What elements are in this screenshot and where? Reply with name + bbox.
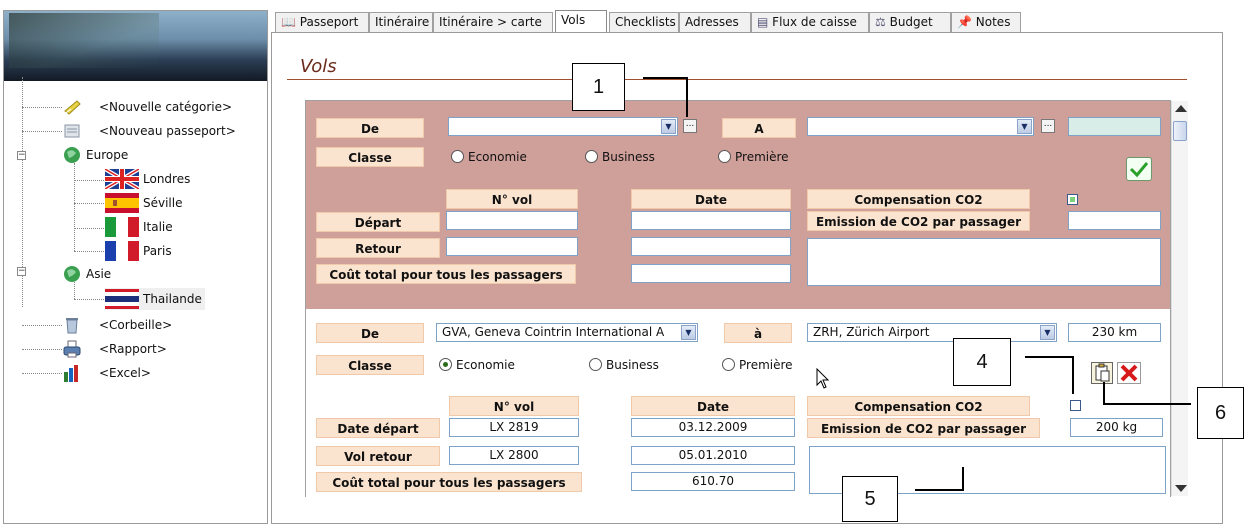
distance-field[interactable] xyxy=(1068,117,1161,136)
france-flag-icon xyxy=(105,241,139,261)
to-select[interactable]: ZRH, Zürich Airport ▼ xyxy=(807,323,1057,342)
departure-flight-input[interactable] xyxy=(446,211,578,230)
clipboard-icon xyxy=(1095,363,1110,382)
passport-icon: 📖 xyxy=(281,15,296,29)
date-header: Date xyxy=(631,396,795,416)
trash-icon xyxy=(62,315,82,335)
co2-emission-input[interactable]: 200 kg xyxy=(1070,418,1163,437)
from-select[interactable]: GVA, Geneva Cointrin International A ▼ xyxy=(436,323,698,342)
total-cost-label: Coût total pour tous les passagers xyxy=(316,264,576,284)
tab-itineraire-carte[interactable]: Itinéraire > carte xyxy=(433,12,553,32)
callout-6: 6 xyxy=(1197,387,1244,439)
chevron-down-icon[interactable]: ▼ xyxy=(1040,325,1055,340)
from-label: De xyxy=(316,323,424,343)
chevron-down-icon[interactable]: ▼ xyxy=(1017,119,1032,134)
vertical-scrollbar[interactable] xyxy=(1171,101,1188,496)
tab-adresses[interactable]: Adresses xyxy=(679,12,751,32)
excel-chart-icon xyxy=(62,363,82,383)
chevron-down-icon[interactable]: ▼ xyxy=(661,119,676,134)
tab-passeport[interactable]: 📖 Passeport xyxy=(275,12,369,32)
total-cost-input[interactable]: 610.70 xyxy=(631,472,795,491)
confirm-check-icon[interactable] xyxy=(1126,157,1152,181)
tab-notes[interactable]: 📌 Notes xyxy=(951,12,1021,32)
globe-icon xyxy=(62,264,82,284)
mouse-cursor-icon xyxy=(816,367,832,390)
left-panel: − − <Nouvelle catégorie> <Nouveau passep… xyxy=(3,10,268,524)
return-date-input[interactable] xyxy=(631,237,791,256)
tree-item-thailande[interactable]: Thailande xyxy=(105,288,205,310)
departure-date-input[interactable] xyxy=(631,211,791,230)
co2-compensation-checkbox[interactable] xyxy=(1067,194,1078,205)
collapse-europe-toggle[interactable]: − xyxy=(17,151,26,160)
departure-label: Date départ xyxy=(316,418,440,438)
tab-itineraire[interactable]: Itinéraire xyxy=(369,12,433,32)
browse-from-button[interactable]: ... xyxy=(683,119,697,133)
banner-image xyxy=(4,11,267,81)
callout-4: 4 xyxy=(953,338,1011,386)
passport-new-icon xyxy=(62,121,82,141)
callout-1: 1 xyxy=(572,63,625,111)
class-label: Classe xyxy=(316,355,424,375)
notes-textarea[interactable] xyxy=(807,238,1161,286)
tab-vols[interactable]: Vols xyxy=(555,10,607,33)
scroll-down-icon[interactable] xyxy=(1175,485,1187,492)
italy-flag-icon xyxy=(105,217,139,237)
from-label: De xyxy=(316,118,424,138)
from-select[interactable]: ▼ xyxy=(448,117,678,136)
co2-emission-label: Emission de CO2 par passager xyxy=(807,211,1030,231)
return-flight-input[interactable] xyxy=(446,237,578,256)
return-flight-input[interactable]: LX 2800 xyxy=(449,446,579,465)
date-header: Date xyxy=(631,189,791,209)
cash-flow-icon: ▤ xyxy=(757,15,769,29)
to-label: à xyxy=(724,323,792,343)
co2-emission-label: Emission de CO2 par passager xyxy=(807,418,1040,438)
co2-emission-input[interactable] xyxy=(1068,211,1161,230)
tab-flux-de-caisse[interactable]: ▤ Flux de caisse xyxy=(751,12,869,32)
delete-flight-button[interactable] xyxy=(1117,362,1141,384)
co2-compensation-checkbox[interactable] xyxy=(1070,400,1081,411)
return-label: Retour xyxy=(316,238,440,258)
tab-budget[interactable]: ⚖ Budget xyxy=(869,12,951,32)
departure-label: Départ xyxy=(316,212,440,232)
copy-flight-button[interactable] xyxy=(1091,362,1113,384)
scales-icon: ⚖ xyxy=(875,15,886,29)
flight-number-header: N° vol xyxy=(446,189,578,209)
printer-icon xyxy=(62,339,82,359)
collapse-asie-toggle[interactable]: − xyxy=(17,267,26,276)
page-title: Vols xyxy=(300,56,337,77)
to-label: A xyxy=(722,118,796,138)
chevron-down-icon[interactable]: ▼ xyxy=(681,325,696,340)
departure-flight-input[interactable]: LX 2819 xyxy=(449,418,579,437)
callout-5: 5 xyxy=(842,476,898,522)
flight-number-header: N° vol xyxy=(449,396,579,416)
spain-flag-icon xyxy=(105,193,139,213)
class-label: Classe xyxy=(316,147,424,167)
title-underline xyxy=(287,79,1187,80)
to-select[interactable]: ▼ xyxy=(807,117,1034,136)
return-date-input[interactable]: 05.01.2010 xyxy=(631,446,795,465)
globe-icon xyxy=(62,145,82,165)
uk-flag-icon xyxy=(103,167,141,191)
co2-compensation-header: Compensation CO2 xyxy=(807,189,1030,209)
return-label: Vol retour xyxy=(316,446,440,466)
tab-bar: 📖 Passeport Itinéraire Itinéraire > cart… xyxy=(275,10,1035,33)
total-cost-label: Coût total pour tous les passagers xyxy=(316,472,582,492)
co2-compensation-header: Compensation CO2 xyxy=(807,396,1030,416)
total-cost-input[interactable] xyxy=(631,264,791,283)
scroll-up-icon[interactable] xyxy=(1175,105,1187,112)
close-icon xyxy=(1120,364,1138,382)
scrollbar-thumb[interactable] xyxy=(1173,121,1187,141)
distance-field[interactable]: 230 km xyxy=(1068,323,1161,342)
tab-checklists[interactable]: Checklists xyxy=(609,12,679,32)
departure-date-input[interactable]: 03.12.2009 xyxy=(631,418,795,437)
thailand-flag-icon xyxy=(105,289,139,309)
browse-to-button[interactable]: ... xyxy=(1041,119,1055,133)
folder-new-icon xyxy=(62,97,82,117)
pin-icon: 📌 xyxy=(957,15,972,29)
